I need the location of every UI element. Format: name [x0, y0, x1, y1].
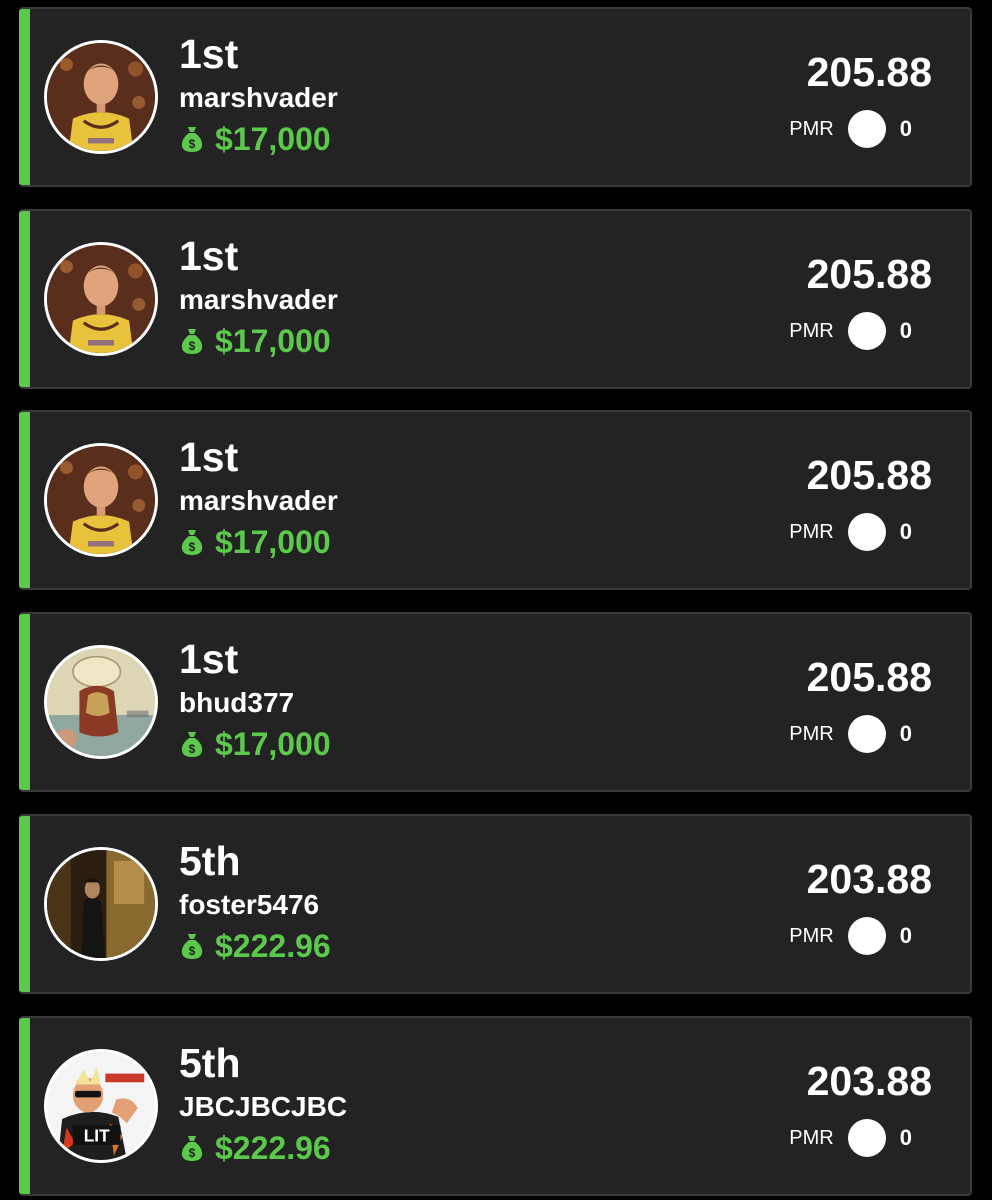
pmr-label: PMR	[789, 924, 834, 947]
avatar[interactable]	[44, 645, 158, 759]
leaderboard-entry[interactable]: 5th foster5476 $ $222.96 203.88 PMR 0	[19, 814, 972, 994]
winnings: $ $17,000	[179, 726, 331, 762]
leaderboard-entry[interactable]: LIT 5th JBCJBCJBC $ $222.96 203.88 PMR 0	[19, 1016, 972, 1196]
pmr-label: PMR	[789, 319, 834, 342]
winnings: $ $17,000	[179, 121, 331, 157]
winnings-amount: $222.96	[215, 1130, 331, 1166]
pmr-value: 0	[899, 1125, 912, 1150]
leaderboard-entry[interactable]: 1st marshvader $ $17,000 205.88 PMR 0	[19, 209, 972, 389]
pmr-progress-circle	[847, 312, 886, 350]
pmr-label: PMR	[789, 520, 834, 543]
winnings-amount: $17,000	[215, 121, 331, 157]
username[interactable]: bhud377	[179, 687, 294, 719]
avatar-painting-image	[47, 648, 155, 756]
avatar[interactable]	[44, 443, 158, 557]
pmr-progress-circle	[847, 513, 886, 551]
rank-accent-bar	[19, 1018, 30, 1194]
winnings-amount: $17,000	[215, 323, 331, 359]
money-bag-icon: $	[181, 127, 203, 152]
leaderboard-entry[interactable]: 1st bhud377 $ $17,000 205.88 PMR 0	[19, 612, 972, 792]
svg-text:$: $	[189, 339, 196, 353]
pmr-value: 0	[899, 519, 912, 544]
leaderboard-list: 1st marshvader $ $17,000 205.88 PMR 0 1s…	[0, 0, 992, 1200]
rank-accent-bar	[19, 816, 30, 992]
username[interactable]: marshvader	[179, 284, 338, 316]
winnings: $ $222.96	[179, 928, 331, 964]
winnings-amount: $222.96	[215, 928, 331, 964]
pmr-indicator: PMR 0	[789, 1118, 912, 1158]
winnings: $ $17,000	[179, 323, 331, 359]
avatar-meme-image: LIT	[47, 1052, 155, 1160]
username[interactable]: foster5476	[179, 889, 319, 921]
pmr-value: 0	[899, 721, 912, 746]
rank-label: 1st	[179, 434, 239, 480]
svg-text:$: $	[189, 1146, 196, 1160]
pmr-label: PMR	[789, 117, 834, 140]
rank-label: 5th	[179, 838, 241, 884]
svg-text:LIT: LIT	[84, 1126, 110, 1146]
fantasy-points: 205.88	[806, 251, 932, 297]
fantasy-points: 205.88	[806, 452, 932, 498]
avatar[interactable]	[44, 40, 158, 154]
fantasy-points: 205.88	[806, 654, 932, 700]
rank-accent-bar	[19, 211, 30, 387]
svg-text:$: $	[189, 540, 196, 554]
pmr-indicator: PMR 0	[789, 916, 912, 956]
winnings: $ $222.96	[179, 1130, 331, 1166]
money-bag-icon: $	[181, 530, 203, 555]
fantasy-points: 203.88	[806, 856, 932, 902]
money-bag-icon: $	[181, 934, 203, 959]
avatar[interactable]	[44, 242, 158, 356]
fantasy-points: 203.88	[806, 1058, 932, 1104]
pmr-progress-circle	[847, 110, 886, 148]
rank-accent-bar	[19, 614, 30, 790]
leaderboard-entry[interactable]: 1st marshvader $ $17,000 205.88 PMR 0	[19, 410, 972, 590]
pmr-progress-circle	[847, 715, 886, 753]
money-bag-icon: $	[181, 732, 203, 757]
username[interactable]: JBCJBCJBC	[179, 1091, 347, 1123]
username[interactable]: marshvader	[179, 82, 338, 114]
pmr-progress-circle	[847, 1119, 886, 1157]
rank-label: 1st	[179, 233, 239, 279]
pmr-indicator: PMR 0	[789, 714, 912, 754]
winnings-amount: $17,000	[215, 524, 331, 560]
svg-text:$: $	[189, 944, 196, 958]
rank-label: 5th	[179, 1040, 241, 1086]
money-bag-icon: $	[181, 329, 203, 354]
rank-accent-bar	[19, 9, 30, 185]
pmr-indicator: PMR 0	[789, 109, 912, 149]
avatar-player-image	[47, 43, 155, 151]
rank-label: 1st	[179, 636, 239, 682]
svg-text:$: $	[189, 742, 196, 756]
avatar[interactable]	[44, 847, 158, 961]
rank-label: 1st	[179, 31, 239, 77]
pmr-label: PMR	[789, 722, 834, 745]
pmr-label: PMR	[789, 1126, 834, 1149]
pmr-indicator: PMR 0	[789, 512, 912, 552]
fantasy-points: 205.88	[806, 49, 932, 95]
pmr-indicator: PMR 0	[789, 311, 912, 351]
winnings: $ $17,000	[179, 524, 331, 560]
leaderboard-entry[interactable]: 1st marshvader $ $17,000 205.88 PMR 0	[19, 7, 972, 187]
pmr-progress-circle	[847, 917, 886, 955]
winnings-amount: $17,000	[215, 726, 331, 762]
username[interactable]: marshvader	[179, 485, 338, 517]
pmr-value: 0	[899, 116, 912, 141]
svg-text:$: $	[189, 137, 196, 151]
rank-accent-bar	[19, 412, 30, 588]
avatar-photo-image	[47, 850, 155, 958]
avatar[interactable]: LIT	[44, 1049, 158, 1163]
money-bag-icon: $	[181, 1136, 203, 1161]
avatar-player-image	[47, 245, 155, 353]
pmr-value: 0	[899, 318, 912, 343]
avatar-player-image	[47, 446, 155, 554]
pmr-value: 0	[899, 923, 912, 948]
